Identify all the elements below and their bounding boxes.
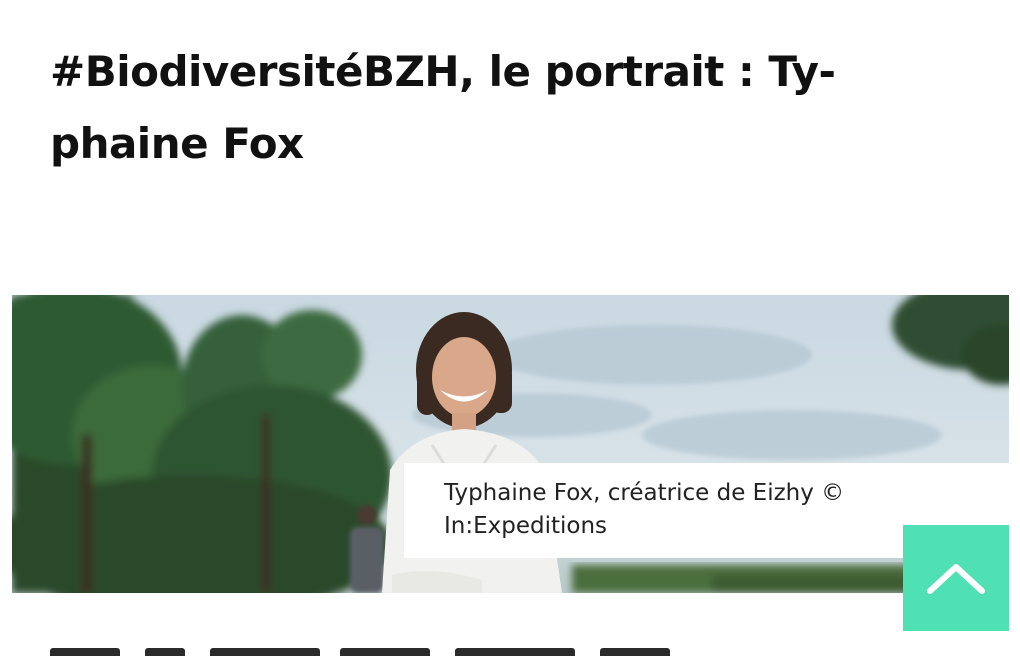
cut-off-text-line (50, 640, 690, 656)
chevron-up-icon (927, 564, 985, 594)
caption-line-2: In:Expeditions (444, 513, 608, 539)
page-title-line-1: #BiodiversitéBZH, le portrait : Ty- (50, 47, 836, 96)
page-title: #BiodiversitéBZH, le portrait : Ty- phai… (50, 36, 910, 180)
scroll-to-top-button[interactable] (903, 525, 1009, 631)
caption-line-1: Typhaine Fox, créatrice de Eizhy © (444, 480, 845, 506)
article-page: #BiodiversitéBZH, le portrait : Ty- phai… (0, 0, 1020, 656)
page-title-line-2: phaine Fox (50, 119, 304, 168)
